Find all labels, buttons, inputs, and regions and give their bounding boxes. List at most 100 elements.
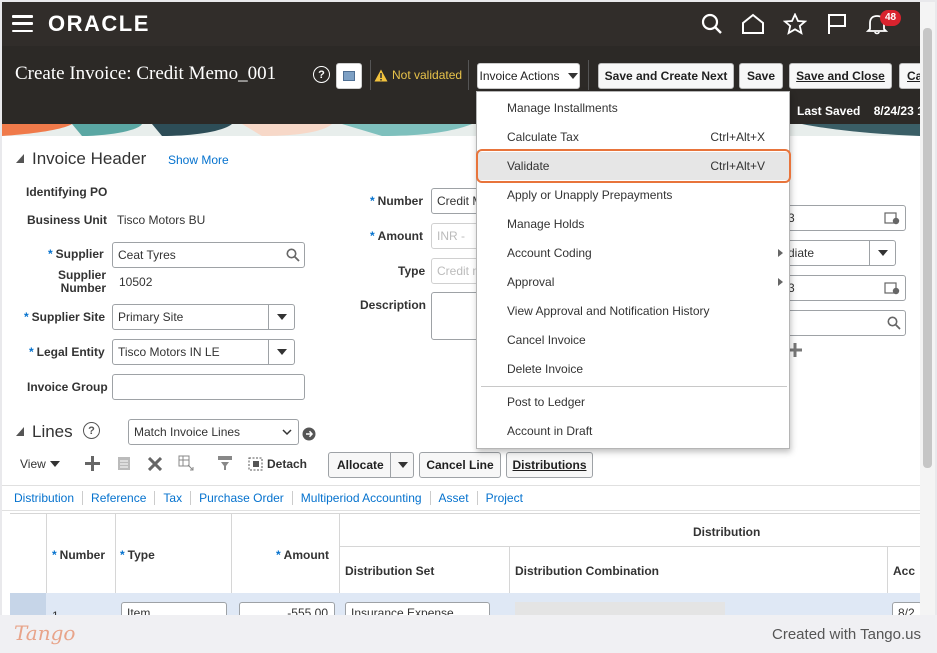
add-row-icon[interactable] (85, 456, 100, 471)
menu-item-account-in-draft[interactable]: Account in Draft (477, 417, 789, 445)
number-label: * Number (370, 194, 424, 208)
favorites-star-icon[interactable] (782, 11, 808, 37)
menu-icon[interactable] (12, 15, 33, 32)
tab-asset[interactable]: Asset (431, 491, 478, 505)
flag-icon[interactable] (824, 11, 850, 37)
menu-item-delete-invoice[interactable]: Delete Invoice (477, 355, 789, 383)
shortcut-text: Ctrl+Alt+X (710, 130, 765, 144)
collapse-triangle-icon[interactable] (16, 427, 24, 436)
supplier-site-select[interactable]: Primary Site (112, 304, 295, 330)
tab-multiperiod-accounting[interactable]: Multiperiod Accounting (293, 491, 431, 505)
menu-item-view-approval-history[interactable]: View Approval and Notification History (477, 297, 789, 325)
row-distribution-combination[interactable] (515, 602, 725, 615)
cancel-line-button[interactable]: Cancel Line (419, 452, 501, 478)
supplier-input[interactable]: Ceat Tyres (112, 242, 305, 268)
amount-label: * Amount (370, 229, 423, 243)
tab-reference[interactable]: Reference (83, 491, 156, 505)
menu-item-apply-prepayments[interactable]: Apply or Unapply Prepayments (477, 181, 789, 209)
calendar-icon[interactable] (884, 281, 900, 295)
delete-icon[interactable] (148, 457, 162, 471)
invoice-actions-menu: Manage Installments Calculate Tax Ctrl+Al… (476, 91, 790, 449)
row-selector[interactable] (10, 593, 46, 615)
accounting-date-input[interactable]: 3 (782, 275, 906, 301)
collapse-triangle-icon[interactable] (16, 154, 24, 163)
go-arrow-icon[interactable] (302, 427, 316, 441)
chevron-down-icon (567, 73, 578, 79)
invoice-actions-label: Invoice Actions (479, 69, 560, 83)
number-input[interactable]: Credit M (431, 188, 481, 214)
business-unit-label: Business Unit (27, 213, 108, 227)
status-text: Not validated (392, 68, 463, 82)
chevron-down-icon (49, 461, 60, 467)
column-group-distribution: Distribution (693, 525, 761, 539)
amount-currency-select[interactable]: INR - (431, 223, 481, 249)
tab-project[interactable]: Project (478, 491, 531, 505)
search-icon[interactable] (699, 11, 725, 37)
dropdown-button[interactable] (268, 305, 294, 329)
dropdown-button[interactable] (869, 241, 895, 265)
menu-item-approval[interactable]: Approval (477, 268, 789, 296)
tab-distribution[interactable]: Distribution (2, 491, 84, 505)
search-icon[interactable] (887, 316, 901, 330)
invoice-date-input[interactable]: 3 (782, 205, 906, 231)
column-amount[interactable]: * Amount (276, 548, 329, 562)
last-saved: Last Saved 8/24/23 1: (797, 104, 920, 118)
search-icon[interactable] (286, 248, 300, 262)
chevron-down-icon[interactable] (398, 462, 408, 468)
filter-icon[interactable] (217, 455, 233, 471)
row-distribution-set-select[interactable]: Insurance Expense (345, 602, 490, 615)
column-distribution-combination[interactable]: Distribution Combination (515, 564, 659, 578)
invoice-header-title: Invoice Header (32, 149, 147, 168)
invoice-actions-button[interactable]: Invoice Actions (477, 63, 580, 89)
menu-item-account-coding[interactable]: Account Coding (477, 239, 789, 267)
column-acc[interactable]: Acc (893, 564, 915, 578)
vertical-scrollbar[interactable] (920, 2, 935, 615)
view-menu[interactable]: View (20, 457, 60, 471)
menu-item-cancel-invoice[interactable]: Cancel Invoice (477, 326, 789, 354)
allocate-button[interactable]: Allocate (328, 452, 414, 478)
oracle-logo: ORACLE (48, 11, 150, 36)
duplicate-icon[interactable] (117, 456, 132, 471)
cancel-button[interactable]: Ca (899, 63, 920, 89)
page-title: Create Invoice: Credit Memo_001 (15, 63, 277, 84)
dropdown-button[interactable] (268, 340, 294, 364)
show-more-link[interactable]: Show More (168, 153, 229, 167)
submenu-arrow-icon (778, 278, 783, 286)
menu-item-manage-installments[interactable]: Manage Installments (477, 94, 789, 122)
chevron-down-icon (282, 429, 292, 436)
row-type-select[interactable]: Item (121, 602, 227, 615)
column-distribution-set[interactable]: Distribution Set (345, 564, 434, 578)
requester-input[interactable] (782, 310, 906, 336)
calendar-icon[interactable] (884, 211, 900, 225)
scrollbar-thumb[interactable] (923, 28, 932, 468)
supplier-number-value: 10502 (119, 275, 153, 289)
home-icon[interactable] (740, 11, 766, 37)
menu-item-post-to-ledger[interactable]: Post to Ledger (477, 388, 789, 416)
table-row[interactable]: 1 Item -555.00 Insurance Expense 8/2 (10, 593, 920, 615)
help-icon[interactable]: ? (313, 66, 330, 83)
column-number[interactable]: * Number (52, 548, 105, 562)
payment-terms-select[interactable]: diate (782, 240, 896, 266)
menu-item-calculate-tax[interactable]: Calculate Tax Ctrl+Alt+X (477, 123, 789, 151)
chevron-down-icon (276, 314, 287, 320)
attachment-button[interactable] (336, 63, 362, 89)
add-icon[interactable] (788, 343, 802, 357)
tab-tax[interactable]: Tax (155, 491, 192, 505)
row-amount-input[interactable]: -555.00 (239, 602, 335, 615)
type-select[interactable]: Credit m (431, 258, 481, 284)
save-and-create-next-button[interactable]: Save and Create Next (598, 63, 734, 89)
tab-purchase-order[interactable]: Purchase Order (191, 491, 293, 505)
save-button[interactable]: Save (739, 63, 783, 89)
column-type[interactable]: * Type (120, 548, 155, 562)
distributions-button[interactable]: Distributions (506, 452, 593, 478)
row-acc-input[interactable]: 8/2 (892, 602, 920, 615)
help-icon[interactable]: ? (83, 422, 100, 439)
detach-button[interactable]: Detach (248, 457, 307, 471)
legal-entity-select[interactable]: Tisco Motors IN LE (112, 339, 295, 365)
save-and-close-button[interactable]: Save and Close (789, 63, 892, 89)
menu-item-manage-holds[interactable]: Manage Holds (477, 210, 789, 238)
match-invoice-lines-select[interactable]: Match Invoice Lines (128, 419, 299, 445)
split-icon[interactable] (178, 455, 194, 471)
invoice-group-input[interactable] (112, 374, 305, 400)
description-input[interactable] (431, 292, 481, 340)
